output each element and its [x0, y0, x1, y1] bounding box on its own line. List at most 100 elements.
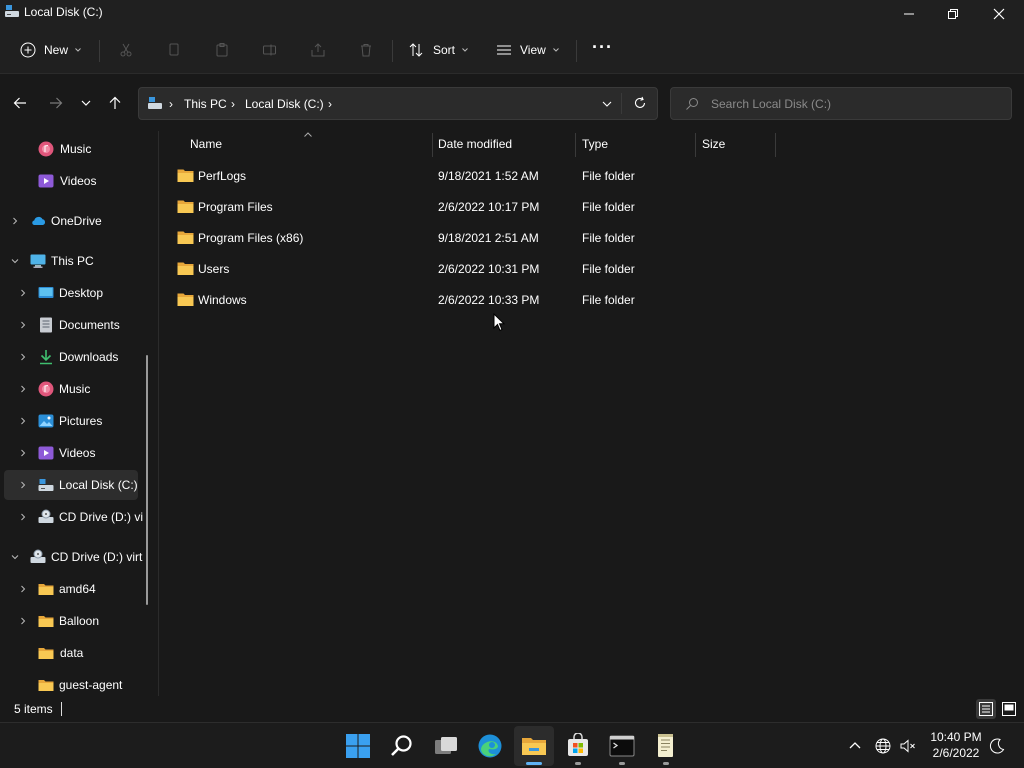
sidebar-item-label: Music [59, 382, 91, 396]
address-dropdown-icon[interactable] [601, 99, 613, 109]
chevron-right-icon[interactable] [19, 617, 27, 625]
column-header-type[interactable]: Type [582, 137, 608, 161]
details-view-button[interactable] [976, 699, 996, 719]
sidebar-item-music[interactable]: Music [0, 134, 150, 164]
paste-button[interactable] [214, 36, 230, 64]
view-button[interactable]: View [496, 36, 560, 64]
address-bar[interactable]: › This PC › Local Disk (C:) › [138, 87, 658, 120]
chevron-up-icon[interactable] [846, 737, 864, 755]
chevron-down-icon [81, 100, 91, 106]
sort-button[interactable]: Sort [408, 36, 469, 64]
forward-button[interactable] [46, 93, 66, 113]
running-indicator [663, 762, 669, 765]
file-row[interactable]: Windows 2/6/2022 10:33 PM File folder [169, 286, 779, 314]
column-divider[interactable] [575, 133, 576, 157]
sidebar-item-this-pc[interactable]: This PC [0, 246, 150, 276]
file-date: 9/18/2021 1:52 AM [438, 169, 539, 183]
refresh-icon[interactable] [633, 96, 647, 110]
column-header-date[interactable]: Date modified [438, 137, 512, 161]
tiles-view-button[interactable] [999, 699, 1019, 719]
column-headers: Name Date modified Type Size [159, 131, 799, 161]
sidebar-item-cd-drive[interactable]: CD Drive (D:) vi [0, 502, 150, 532]
breadcrumb-local-disk[interactable]: Local Disk (C:) [245, 97, 324, 111]
new-button[interactable]: New [20, 36, 82, 64]
rename-button[interactable] [262, 36, 278, 64]
cut-button[interactable] [118, 36, 134, 64]
recent-locations-button[interactable] [76, 93, 96, 113]
sidebar-item-balloon[interactable]: Balloon [0, 606, 150, 636]
search-input[interactable] [711, 95, 1001, 113]
chevron-right-icon[interactable] [19, 481, 27, 489]
chevron-right-icon[interactable] [19, 513, 27, 521]
drive-icon [38, 479, 54, 491]
focus-assist-moon-icon[interactable] [988, 737, 1006, 755]
navigation-pane: Music Videos OneDrive This PC Desktop Do… [0, 131, 158, 696]
breadcrumb-this-pc[interactable]: This PC [184, 97, 227, 111]
network-globe-icon[interactable] [874, 737, 892, 755]
sidebar-item-onedrive[interactable]: OneDrive [0, 206, 150, 236]
sidebar-item-desktop[interactable]: Desktop [0, 278, 150, 308]
sidebar-item-downloads[interactable]: Downloads [0, 342, 150, 372]
chevron-right-icon[interactable] [19, 449, 27, 457]
sidebar-item-pictures[interactable]: Pictures [0, 406, 150, 436]
system-clock[interactable]: 10:40 PM 2/6/2022 [924, 729, 988, 761]
column-header-name[interactable]: Name [190, 137, 222, 161]
sidebar-item-cd-drive-root[interactable]: CD Drive (D:) virt [0, 542, 150, 572]
task-view-button[interactable] [426, 726, 466, 766]
sidebar-item-videos[interactable]: Videos [0, 438, 150, 468]
address-divider [621, 93, 622, 114]
sidebar-item-documents[interactable]: Documents [0, 310, 150, 340]
sidebar-scrollbar[interactable] [146, 355, 148, 605]
file-name: Program Files (x86) [198, 231, 304, 245]
chevron-right-icon[interactable] [19, 353, 27, 361]
restore-icon [948, 9, 958, 19]
volume-muted-icon[interactable] [899, 737, 917, 755]
column-divider[interactable] [775, 133, 776, 157]
file-explorer-button[interactable] [514, 726, 554, 766]
folder-icon [38, 584, 54, 595]
copy-button[interactable] [166, 36, 182, 64]
chevron-down-icon[interactable] [11, 553, 19, 561]
restore-button[interactable] [930, 0, 976, 28]
column-divider[interactable] [432, 133, 433, 157]
sidebar-item-local-disk[interactable]: Local Disk (C:) [4, 470, 138, 500]
chevron-right-icon[interactable] [19, 321, 27, 329]
sidebar-item-music[interactable]: Music [0, 374, 150, 404]
sidebar-item-amd64[interactable]: amd64 [0, 574, 150, 604]
share-button[interactable] [310, 36, 326, 64]
delete-button[interactable] [358, 36, 374, 64]
chevron-down-icon[interactable] [11, 257, 19, 265]
file-row[interactable]: PerfLogs 9/18/2021 1:52 AM File folder [169, 162, 779, 190]
back-button[interactable] [10, 93, 30, 113]
up-button[interactable] [105, 93, 125, 113]
close-button[interactable] [976, 0, 1022, 28]
more-options-button[interactable]: ··· [592, 33, 613, 61]
chevron-right-icon[interactable] [19, 585, 27, 593]
sidebar-item-data[interactable]: data [0, 638, 150, 668]
chevron-right-icon[interactable] [11, 217, 19, 225]
column-divider[interactable] [695, 133, 696, 157]
sidebar-item-label: Videos [59, 446, 96, 460]
sidebar-item-videos[interactable]: Videos [0, 166, 150, 196]
drive-icon [148, 97, 162, 109]
chevron-right-icon[interactable] [19, 385, 27, 393]
terminal-button[interactable] [602, 726, 642, 766]
start-button[interactable] [338, 726, 378, 766]
edge-button[interactable] [470, 726, 510, 766]
store-button[interactable] [558, 726, 598, 766]
chevron-right-icon[interactable] [19, 417, 27, 425]
file-type: File folder [582, 262, 635, 276]
sidebar-item-guest-agent[interactable]: guest-agent [0, 670, 150, 696]
column-header-size[interactable]: Size [702, 137, 725, 161]
chevron-right-icon[interactable] [19, 289, 27, 297]
file-row[interactable]: Program Files (x86) 9/18/2021 2:51 AM Fi… [169, 224, 779, 252]
status-divider [61, 702, 62, 716]
chevron-down-icon [75, 48, 81, 52]
search-box[interactable] [670, 87, 1012, 120]
sidebar-item-label: Balloon [59, 614, 100, 628]
file-row[interactable]: Program Files 2/6/2022 10:17 PM File fol… [169, 193, 779, 221]
notepad-button[interactable] [646, 726, 686, 766]
taskbar-search-button[interactable] [382, 726, 422, 766]
file-row[interactable]: Users 2/6/2022 10:31 PM File folder [169, 255, 779, 283]
minimize-button[interactable] [886, 0, 932, 28]
